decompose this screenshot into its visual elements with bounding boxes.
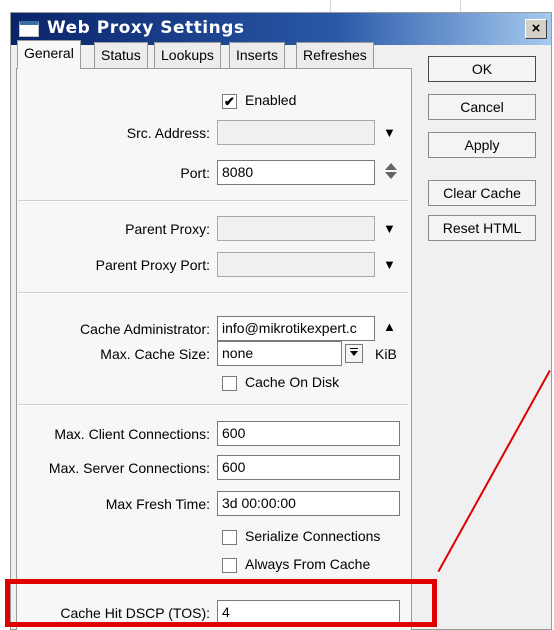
- cache-administrator-field[interactable]: info@mikrotikexpert.c: [217, 316, 375, 341]
- enabled-checkbox[interactable]: ✔: [222, 94, 237, 109]
- tab-inserts[interactable]: Inserts: [229, 42, 286, 68]
- section-divider: [18, 404, 408, 406]
- parent-proxy-field[interactable]: [217, 216, 375, 241]
- port-spinner-icon[interactable]: [384, 163, 398, 183]
- parent-proxy-dropdown-icon[interactable]: ▼: [383, 222, 396, 236]
- tab-lookups[interactable]: Lookups: [154, 42, 221, 68]
- parent-proxy-label: Parent Proxy:: [125, 221, 210, 237]
- max-client-connections-field[interactable]: 600: [217, 421, 400, 446]
- parent-proxy-port-label: Parent Proxy Port:: [95, 257, 210, 273]
- max-server-connections-label: Max. Server Connections:: [48, 460, 210, 476]
- title-bar[interactable]: Web Proxy Settings ×: [11, 13, 551, 45]
- src-address-label: Src. Address:: [126, 125, 210, 141]
- window-title: Web Proxy Settings: [47, 18, 245, 38]
- reset-html-button[interactable]: Reset HTML: [428, 215, 536, 241]
- background-line: [460, 0, 461, 12]
- cache-on-disk-checkbox[interactable]: [222, 376, 237, 391]
- tab-general[interactable]: General: [17, 40, 81, 69]
- always-from-cache-checkbox[interactable]: [222, 558, 237, 573]
- cache-administrator-label: Cache Administrator:: [80, 321, 210, 337]
- cache-administrator-collapse-icon[interactable]: ▲: [383, 320, 396, 334]
- enabled-label: Enabled: [245, 92, 297, 108]
- highlight-box: [5, 579, 437, 627]
- max-cache-size-label: Max. Cache Size:: [100, 346, 210, 362]
- cancel-button[interactable]: Cancel: [428, 94, 536, 120]
- close-button[interactable]: ×: [525, 19, 547, 39]
- tab-refreshes[interactable]: Refreshes: [296, 42, 374, 68]
- max-cache-size-unit: KiB: [375, 346, 397, 362]
- ok-button[interactable]: OK: [428, 56, 536, 82]
- src-address-field[interactable]: [217, 120, 375, 145]
- window-icon: [19, 21, 39, 37]
- parent-proxy-port-field[interactable]: [217, 252, 375, 277]
- src-address-dropdown-icon[interactable]: ▼: [383, 126, 396, 140]
- always-from-cache-label: Always From Cache: [245, 556, 371, 572]
- cache-on-disk-label: Cache On Disk: [245, 374, 340, 390]
- port-label: Port:: [180, 165, 210, 181]
- max-cache-size-field[interactable]: none: [217, 341, 342, 366]
- max-cache-size-dropdown-icon[interactable]: [345, 344, 363, 363]
- max-fresh-time-label: Max Fresh Time:: [105, 496, 210, 512]
- clear-cache-button[interactable]: Clear Cache: [428, 180, 536, 206]
- max-client-connections-label: Max. Client Connections:: [54, 426, 210, 442]
- background-line: [330, 0, 331, 12]
- parent-proxy-port-dropdown-icon[interactable]: ▼: [383, 258, 396, 272]
- max-server-connections-field[interactable]: 600: [217, 455, 400, 480]
- section-divider: [18, 200, 408, 202]
- port-field[interactable]: 8080: [217, 160, 375, 185]
- serialize-connections-label: Serialize Connections: [245, 528, 381, 544]
- apply-button[interactable]: Apply: [428, 132, 536, 158]
- max-fresh-time-field[interactable]: 3d 00:00:00: [217, 491, 400, 516]
- serialize-connections-checkbox[interactable]: [222, 530, 237, 545]
- section-divider: [18, 292, 408, 294]
- tab-status[interactable]: Status: [94, 42, 148, 68]
